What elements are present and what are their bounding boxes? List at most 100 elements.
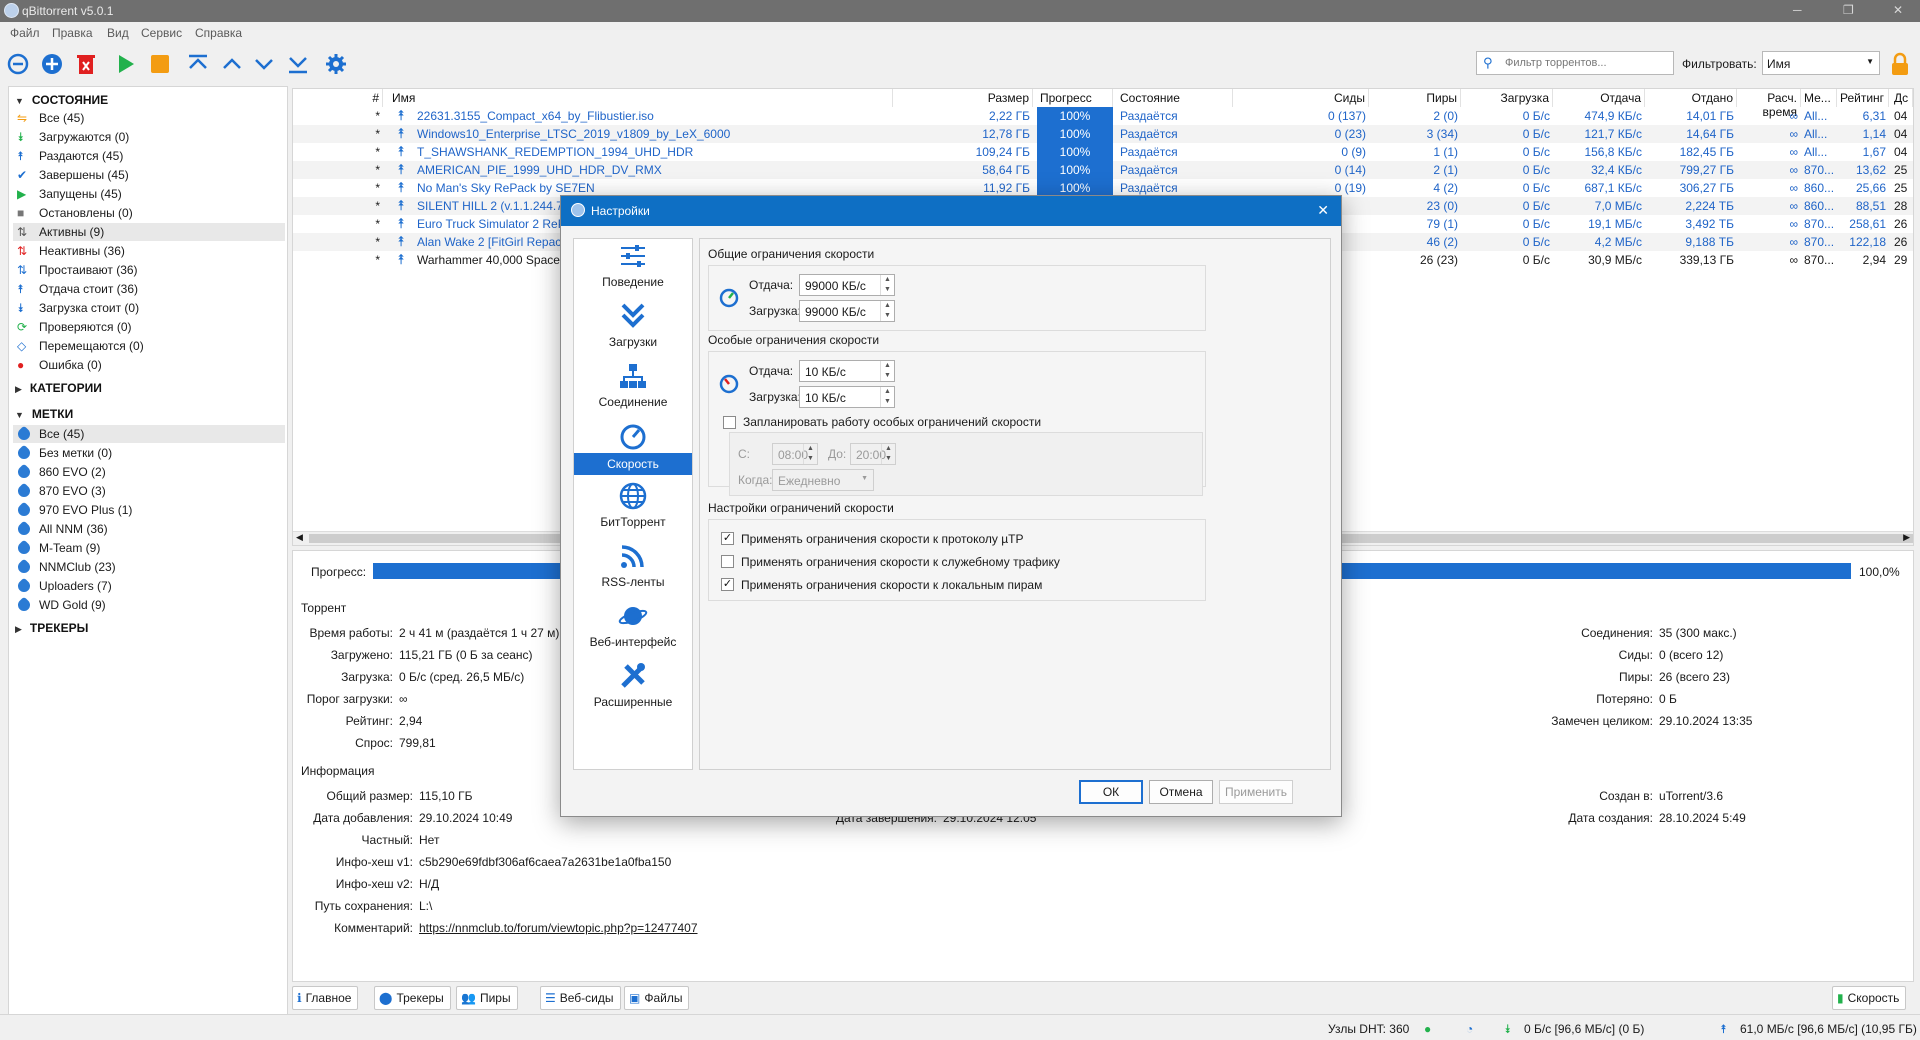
move-bottom-icon[interactable]: [286, 52, 310, 76]
global-download-spinbox[interactable]: 99000 КБ/с ▲ ▼: [799, 300, 895, 322]
upload-speed[interactable]: 61,0 МБ/с [96,6 МБ/с] (10,95 ГБ): [1740, 1022, 1917, 1036]
status-filter-item[interactable]: ⇅ Активны (9): [13, 223, 285, 241]
column-header[interactable]: Отдано: [1645, 89, 1737, 107]
tab-trackers[interactable]: ⬤ Трекеры: [374, 986, 451, 1010]
move-top-icon[interactable]: [186, 52, 210, 76]
column-header[interactable]: Ме...: [1801, 89, 1837, 107]
nav-bittorrent[interactable]: БитТоррент: [574, 479, 692, 539]
status-filter-item[interactable]: ⯭ Раздаются (45): [13, 147, 285, 165]
spin-arrows-icon[interactable]: ▲ ▼: [880, 387, 894, 407]
add-torrent-icon[interactable]: [40, 52, 64, 76]
from-time-input[interactable]: 08:00 ▲ ▼: [772, 443, 818, 465]
column-header[interactable]: #: [293, 89, 383, 107]
torrent-row[interactable]: * AMERICAN_PIE_1999_UHD_HDR_DV_RMX ⯭ 58,64 …: [293, 161, 1913, 179]
torrent-row[interactable]: * Windows10_Enterprise_LTSC_2019_v1809_by…: [293, 125, 1913, 143]
tag-filter-item[interactable]: 970 EVO Plus (1): [13, 501, 285, 519]
download-speed[interactable]: 0 Б/с [96,6 МБ/с] (0 Б): [1524, 1022, 1644, 1036]
spin-arrows-icon[interactable]: ▲ ▼: [880, 361, 894, 381]
nav-rss[interactable]: RSS-ленты: [574, 539, 692, 599]
menu-edit[interactable]: Правка: [52, 26, 93, 40]
global-upload-spinbox[interactable]: 99000 КБ/с ▲ ▼: [799, 274, 895, 296]
column-header[interactable]: Отдача: [1553, 89, 1645, 107]
stop-icon[interactable]: [148, 52, 172, 76]
categories-header[interactable]: ▶ КАТЕГОРИИ: [15, 381, 102, 395]
to-time-input[interactable]: 20:00 ▲ ▼: [850, 443, 896, 465]
settings-gear-icon[interactable]: [324, 52, 348, 76]
alt-download-spinbox[interactable]: 10 КБ/с ▲ ▼: [799, 386, 895, 408]
delete-torrent-icon[interactable]: [74, 52, 98, 76]
status-filter-item[interactable]: ⟳ Проверяются (0): [13, 318, 285, 336]
status-filter-item[interactable]: ⇅ Простаивают (36): [13, 261, 285, 279]
nav-downloads[interactable]: Загрузки: [574, 299, 692, 359]
nav-advanced[interactable]: Расширенные: [574, 659, 692, 719]
start-icon[interactable]: [114, 52, 138, 76]
overhead-checkbox[interactable]: [721, 555, 734, 568]
alt-upload-spinbox[interactable]: 10 КБ/с ▲ ▼: [799, 360, 895, 382]
column-header[interactable]: Сиды: [1237, 89, 1369, 107]
status-filter-item[interactable]: ● Ошибка (0): [13, 356, 285, 374]
column-header[interactable]: Размер: [903, 89, 1033, 107]
scroll-right-icon[interactable]: ▶: [1903, 532, 1910, 543]
tab-files[interactable]: ▣ Файлы: [624, 986, 690, 1010]
tab-general[interactable]: ℹ Главное: [292, 986, 359, 1010]
nav-behavior[interactable]: Поведение: [574, 239, 692, 299]
move-down-icon[interactable]: [252, 52, 276, 76]
column-header[interactable]: Дс: [1891, 89, 1913, 107]
scroll-left-icon[interactable]: ◀: [296, 532, 303, 543]
spin-arrows-icon[interactable]: ▲ ▼: [803, 444, 817, 464]
tag-filter-item[interactable]: WD Gold (9): [13, 596, 285, 614]
dialog-close-icon[interactable]: ✕: [1317, 202, 1329, 219]
spin-arrows-icon[interactable]: ▲ ▼: [881, 444, 895, 464]
column-header[interactable]: Состояние: [1117, 89, 1233, 107]
apply-button[interactable]: Применить: [1219, 780, 1293, 804]
status-filter-item[interactable]: ⯯ Загрузка стоит (0): [13, 299, 285, 317]
column-header[interactable]: Пиры: [1369, 89, 1461, 107]
utp-label[interactable]: Применять ограничения скорости к протоко…: [741, 532, 1023, 546]
column-header[interactable]: Расч. время: [1737, 89, 1801, 119]
tag-filter-item[interactable]: M-Team (9): [13, 539, 285, 557]
spin-arrows-icon[interactable]: ▲ ▼: [880, 301, 894, 321]
menu-file[interactable]: Файл: [10, 26, 40, 40]
column-header[interactable]: Имя: [389, 89, 893, 107]
tag-filter-item[interactable]: NNMClub (23): [13, 558, 285, 576]
move-up-icon[interactable]: [220, 52, 244, 76]
lan-peers-checkbox[interactable]: ✓: [721, 578, 734, 591]
speed-limit-icon[interactable]: ◔: [1466, 1022, 1473, 1036]
comment-value[interactable]: https://nnmclub.to/forum/viewtopic.php?p…: [419, 921, 698, 935]
status-filter-item[interactable]: ⯯ Загружаются (0): [13, 128, 285, 146]
close-window-icon[interactable]: ✕: [1893, 3, 1903, 17]
lan-peers-label[interactable]: Применять ограничения скорости к локальн…: [741, 578, 1042, 592]
tab-webseeds[interactable]: ☰ Веб-сиды: [540, 986, 621, 1010]
column-header[interactable]: Загрузка: [1461, 89, 1553, 107]
utp-checkbox[interactable]: ✓: [721, 532, 734, 545]
tags-header[interactable]: ▼ МЕТКИ: [15, 407, 73, 421]
status-filter-item[interactable]: ✔ Завершены (45): [13, 166, 285, 184]
overhead-label[interactable]: Применять ограничения скорости к служебн…: [741, 555, 1060, 569]
menu-tools[interactable]: Сервис: [141, 26, 182, 40]
status-filter-item[interactable]: ⇅ Неактивны (36): [13, 242, 285, 260]
when-select[interactable]: Ежедневно ▼: [772, 469, 874, 491]
column-header[interactable]: Рейтинг: [1837, 89, 1889, 107]
tab-peers[interactable]: 👥 Пиры: [456, 986, 518, 1010]
filter-select[interactable]: Имя ▼: [1762, 51, 1880, 75]
torrent-row[interactable]: * 22631.3155_Compact_x64_by_Flibustier.is…: [293, 107, 1913, 125]
column-header[interactable]: Прогресс: [1037, 89, 1113, 107]
tag-filter-item[interactable]: All NNM (36): [13, 520, 285, 538]
menu-help[interactable]: Справка: [195, 26, 242, 40]
ok-button[interactable]: ОК: [1079, 780, 1143, 804]
spin-arrows-icon[interactable]: ▲ ▼: [880, 275, 894, 295]
menu-view[interactable]: Вид: [107, 26, 129, 40]
tag-filter-item[interactable]: 870 EVO (3): [13, 482, 285, 500]
tag-filter-item[interactable]: Все (45): [13, 425, 285, 443]
add-link-icon[interactable]: [6, 52, 30, 76]
schedule-label[interactable]: Запланировать работу особых ограничений …: [743, 415, 1041, 429]
status-header[interactable]: ▼ СОСТОЯНИЕ: [15, 93, 108, 107]
status-filter-item[interactable]: ⇋ Все (45): [13, 109, 285, 127]
schedule-checkbox[interactable]: [723, 416, 736, 429]
status-filter-item[interactable]: ◇ Перемещаются (0): [13, 337, 285, 355]
connection-ok-icon[interactable]: ●: [1424, 1022, 1431, 1036]
tag-filter-item[interactable]: 860 EVO (2): [13, 463, 285, 481]
status-filter-item[interactable]: ▶ Запущены (45): [13, 185, 285, 203]
torrent-row[interactable]: * T_SHAWSHANK_REDEMPTION_1994_UHD_HDR ⯭ 109…: [293, 143, 1913, 161]
tag-filter-item[interactable]: Uploaders (7): [13, 577, 285, 595]
